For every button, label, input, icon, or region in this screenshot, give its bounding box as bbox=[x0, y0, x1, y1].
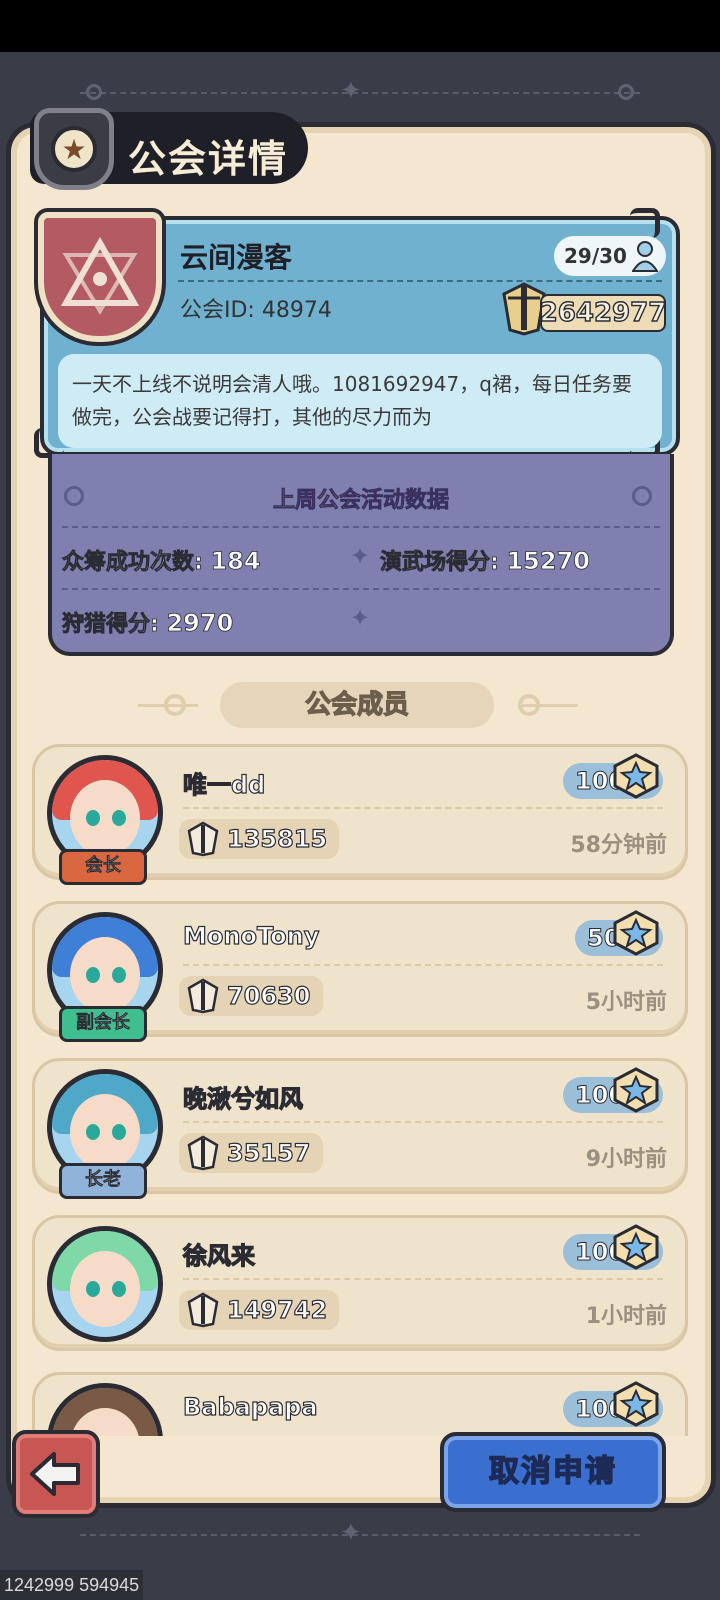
member-name: 徐风来 bbox=[182, 1241, 255, 1270]
hunt-label: 狩猎得分: bbox=[62, 612, 160, 638]
avatar bbox=[47, 1226, 163, 1342]
level-star-icon bbox=[613, 753, 659, 799]
back-arrow-icon bbox=[30, 1452, 80, 1496]
member-name: Babapapa bbox=[182, 1392, 318, 1421]
guild-power: 2642977 bbox=[539, 294, 667, 332]
member-power-value: 149742 bbox=[226, 1295, 328, 1324]
corner-decoration bbox=[630, 208, 660, 238]
member-power-value: 35157 bbox=[226, 1138, 311, 1167]
member-card[interactable]: 徐风来 100 149742 1小时前 bbox=[32, 1215, 688, 1351]
divider bbox=[183, 1278, 663, 1280]
last-seen: 5小时前 bbox=[585, 990, 667, 1015]
member-card[interactable]: Babapapa 100 bbox=[32, 1372, 688, 1436]
member-power: 135815 bbox=[179, 819, 340, 859]
avatar-eye bbox=[86, 1281, 100, 1297]
role-badge: 长老 bbox=[59, 1163, 147, 1199]
ring-decoration bbox=[164, 694, 186, 716]
coordinate-readout: 1242999 594945 bbox=[0, 1570, 144, 1600]
guild-id: 公会ID: 48974 bbox=[180, 298, 332, 323]
divider bbox=[183, 964, 663, 966]
arena-value: 15270 bbox=[506, 547, 590, 576]
level-star-icon bbox=[613, 1224, 659, 1270]
power-emblem-icon bbox=[187, 1292, 219, 1328]
last-seen: 9小时前 bbox=[585, 1147, 667, 1172]
crowdfund-stat: 众筹成功次数: 184 bbox=[62, 544, 261, 576]
crowdfund-value: 184 bbox=[210, 547, 261, 576]
divider bbox=[183, 1121, 663, 1123]
member-name: MonoTony bbox=[182, 921, 320, 950]
hunt-value: 2970 bbox=[166, 609, 234, 638]
sparkle-icon: ✦ bbox=[350, 604, 371, 632]
member-card[interactable]: 长老 晚湫兮如风 100 35157 9小时前 bbox=[32, 1058, 688, 1199]
avatar-face bbox=[70, 780, 140, 856]
member-power: 149742 bbox=[179, 1290, 340, 1330]
member-name: 晚湫兮如风 bbox=[182, 1084, 303, 1113]
sparkle-icon: ✦ bbox=[340, 1518, 362, 1548]
avatar-eye bbox=[112, 1281, 126, 1297]
ring-decoration bbox=[518, 694, 540, 716]
cancel-application-button[interactable]: 取消申请 bbox=[440, 1432, 666, 1512]
member-count-badge: 29/30 bbox=[554, 236, 666, 276]
member-list[interactable]: 会长 唯一dd 100 135815 58分钟前 副会长 MonoTony 50 70630 5小… bbox=[30, 744, 690, 1436]
guild-description: 一天不上线不说明会清人哦。1081692947，q裙，每日任务要做完，公会战要记… bbox=[58, 354, 662, 448]
member-power: 70630 bbox=[179, 976, 323, 1016]
member-card[interactable]: 会长 唯一dd 100 135815 58分钟前 bbox=[32, 744, 688, 885]
divider bbox=[183, 807, 663, 809]
avatar bbox=[47, 1383, 163, 1436]
last-seen: 1小时前 bbox=[585, 1304, 667, 1329]
member-power-value: 135815 bbox=[226, 824, 328, 853]
sparkle-icon: ✦ bbox=[350, 542, 371, 570]
role-badge: 副会长 bbox=[59, 1006, 147, 1042]
avatar-eye bbox=[112, 810, 126, 826]
members-header: 公会成员 bbox=[220, 682, 494, 728]
member-power-value: 70630 bbox=[226, 981, 311, 1010]
guild-emblem-icon bbox=[60, 237, 140, 315]
avatar-eye bbox=[112, 967, 126, 983]
arena-stat: 演武场得分: 15270 bbox=[380, 544, 591, 576]
arena-label: 演武场得分: bbox=[380, 550, 500, 576]
star-icon: ★ bbox=[51, 126, 97, 172]
avatar-face bbox=[70, 1094, 140, 1170]
avatar-face bbox=[70, 937, 140, 1013]
avatar-eye bbox=[86, 1124, 100, 1140]
level-star-icon bbox=[613, 1067, 659, 1113]
member-card[interactable]: 副会长 MonoTony 50 70630 5小时前 bbox=[32, 901, 688, 1042]
avatar-eye bbox=[112, 1124, 126, 1140]
guild-name: 云间漫客 bbox=[180, 241, 293, 274]
power-emblem-icon bbox=[187, 1135, 219, 1171]
title-emblem: ★ bbox=[34, 108, 114, 190]
guild-emblem bbox=[34, 208, 166, 346]
divider bbox=[62, 526, 660, 528]
divider bbox=[62, 588, 660, 590]
avatar-eye bbox=[86, 810, 100, 826]
sparkle-icon: ✦ bbox=[340, 76, 362, 106]
last-seen: 58分钟前 bbox=[570, 833, 667, 858]
level-star-icon bbox=[613, 1381, 659, 1427]
page-title: 公会详情 bbox=[128, 137, 289, 181]
member-name: 唯一dd bbox=[182, 770, 266, 799]
avatar-face bbox=[70, 1251, 140, 1327]
status-bar bbox=[0, 0, 720, 52]
power-emblem-icon bbox=[187, 821, 219, 857]
level-star-icon bbox=[613, 910, 659, 956]
power-emblem-icon bbox=[187, 978, 219, 1014]
person-icon bbox=[632, 241, 658, 272]
back-button[interactable] bbox=[12, 1430, 100, 1518]
stats-title: 上周公会活动数据 bbox=[272, 488, 450, 514]
ring-decoration bbox=[86, 84, 102, 100]
member-power: 35157 bbox=[179, 1133, 323, 1173]
crowdfund-label: 众筹成功次数: bbox=[62, 550, 204, 576]
avatar-eye bbox=[86, 967, 100, 983]
member-count-text: 29/30 bbox=[564, 244, 627, 268]
divider bbox=[178, 280, 662, 282]
role-badge: 会长 bbox=[59, 849, 147, 885]
hunt-stat: 狩猎得分: 2970 bbox=[62, 606, 234, 638]
ring-decoration bbox=[618, 84, 634, 100]
